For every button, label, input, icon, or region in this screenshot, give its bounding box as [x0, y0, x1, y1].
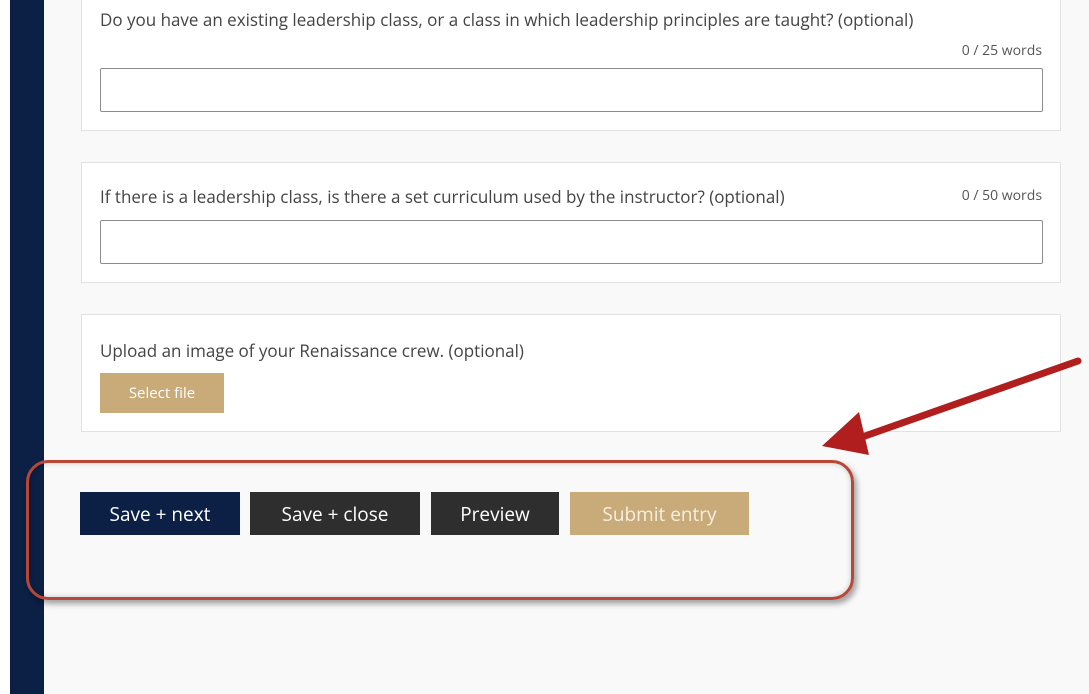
question-card-curriculum: If there is a leadership class, is there… [81, 162, 1061, 283]
select-file-button[interactable]: Select file [100, 373, 224, 413]
question-card-leadership-class: Do you have an existing leadership class… [81, 0, 1061, 131]
word-count: 0 / 25 words [961, 41, 1042, 60]
word-count: 0 / 50 words [961, 186, 1042, 205]
question-label: If there is a leadership class, is there… [100, 185, 785, 208]
upload-label: Upload an image of your Renaissance crew… [100, 339, 524, 362]
left-gutter [0, 0, 10, 694]
curriculum-input[interactable] [100, 220, 1043, 264]
question-label: Do you have an existing leadership class… [100, 8, 914, 31]
upload-card: Upload an image of your Renaissance crew… [81, 314, 1061, 432]
annotation-highlight-box [26, 460, 854, 600]
leadership-class-input[interactable] [100, 68, 1043, 112]
